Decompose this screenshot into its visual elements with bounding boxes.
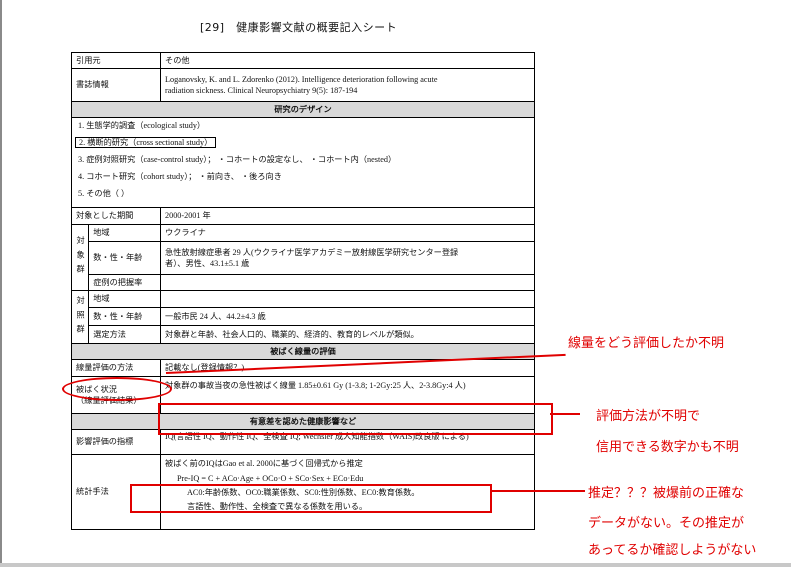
annotation-line-3 bbox=[490, 490, 585, 492]
row-control-method: 選定方法 対象群と年齢、社会人口的、職業的、経済的、教育的レベルが類似。 bbox=[72, 325, 535, 344]
biblio-line-1: Loganovsky, K. and L. Zdorenko (2012). I… bbox=[165, 74, 438, 84]
exposure-method-value: 記載なし(登録情報？) bbox=[160, 359, 535, 377]
annotation-box-exposure bbox=[158, 403, 553, 435]
control-region-value bbox=[160, 290, 535, 308]
stats-line-1: 被ばく前のIQはGao et al. 2000に基づく回帰式から推定 bbox=[165, 459, 363, 468]
subject-grasp-value bbox=[160, 274, 535, 291]
design-header: 研究のデザイン bbox=[71, 101, 535, 118]
subject-count-line-1: 急性放射線症患者 29 人(ウクライナ医学アカデミー放射線医学研究センター登録 bbox=[165, 247, 459, 257]
effect-index-label: 影響評価の指標 bbox=[71, 429, 161, 455]
subject-group-vertical: 対象群 bbox=[75, 236, 85, 279]
annotation-note-2a: 評価方法が不明で bbox=[596, 409, 701, 424]
annotation-note-1: 線量をどう評価したか不明 bbox=[568, 336, 725, 351]
row-source: 引用元 その他 bbox=[71, 52, 535, 69]
exposure-method-label: 線量評価の方法 bbox=[71, 359, 161, 377]
section-design-header: 研究のデザイン bbox=[71, 101, 535, 118]
subject-count-value: 急性放射線症患者 29 人(ウクライナ医学アカデミー放射線医学研究センター登録 … bbox=[160, 241, 535, 275]
subject-group-label: 対象群 bbox=[70, 224, 90, 291]
subject-region-label: 地域 bbox=[88, 224, 161, 242]
row-subject-grasp: 症例の把握率 bbox=[72, 274, 535, 291]
annotation-note-3c: あってるか確認しようがない bbox=[588, 543, 757, 558]
control-group-vertical: 対照群 bbox=[75, 295, 85, 339]
document-title: [29] 健康影響文献の概要記入シート bbox=[200, 21, 398, 34]
row-control-count: 数・性・年齢 一般市民 24 人、44.2±4.3 歳 bbox=[72, 307, 535, 326]
document-page: [29] 健康影響文献の概要記入シート 引用元 その他 書誌情報 Loganov… bbox=[0, 0, 791, 567]
subject-count-label: 数・性・年齢 bbox=[88, 241, 161, 275]
row-exposure-method: 線量評価の方法 記載なし(登録情報？) bbox=[71, 359, 535, 377]
subject-grasp-label: 症例の把握率 bbox=[88, 274, 161, 291]
row-subject-region: 対象群 地域 ウクライナ bbox=[70, 224, 535, 291]
control-count-label: 数・性・年齢 bbox=[88, 307, 161, 326]
annotation-line-2 bbox=[550, 413, 580, 415]
control-group-label: 対照群 bbox=[70, 290, 90, 344]
annotation-ellipse-dose-method bbox=[62, 377, 172, 401]
annotation-note-3a: 推定？？？被爆前の正確な bbox=[588, 486, 745, 501]
control-method-value: 対象群と年齢、社会人口的、職業的、経済的、教育的レベルが類似。 bbox=[160, 325, 535, 344]
period-value: 2000-2001 年 bbox=[160, 207, 535, 225]
control-count-value: 一般市民 24 人、44.2±4.3 歳 bbox=[160, 307, 535, 326]
biblio-label: 書誌情報 bbox=[71, 68, 161, 102]
exposure-header: 被ばく線量の評価 bbox=[71, 343, 535, 360]
annotation-note-3b: データがない。その推定が bbox=[588, 516, 745, 531]
source-value: その他 bbox=[160, 52, 535, 69]
row-subject-count: 数・性・年齢 急性放射線症患者 29 人(ウクライナ医学アカデミー放射線医学研究… bbox=[72, 241, 535, 275]
design-options: 1. 生態学的調査（ecological study） 2. 横断的研究（cro… bbox=[71, 117, 535, 208]
design-option-1: 1. 生態学的調査（ecological study） bbox=[78, 121, 206, 130]
annotation-note-2b: 信用できる数字かも不明 bbox=[596, 440, 739, 455]
period-label: 対象とした期間 bbox=[71, 207, 161, 225]
design-option-2-text: 2. 横断的研究（cross sectional study） bbox=[75, 137, 217, 148]
row-biblio: 書誌情報 Loganovsky, K. and L. Zdorenko (201… bbox=[71, 68, 535, 102]
design-option-4: 4. コホート研究（cohort study）； ・前向き、 ・後ろ向き bbox=[78, 172, 282, 181]
summary-sheet-table: 引用元 その他 書誌情報 Loganovsky, K. and L. Zdore… bbox=[70, 52, 535, 530]
source-label: 引用元 bbox=[71, 52, 161, 69]
page-left-border bbox=[0, 0, 2, 567]
biblio-line-2: radiation sickness. Clinical Neuropsychi… bbox=[165, 86, 358, 95]
section-exposure-header: 被ばく線量の評価 bbox=[71, 343, 535, 360]
biblio-value: Loganovsky, K. and L. Zdorenko (2012). I… bbox=[160, 68, 535, 102]
annotation-box-stats bbox=[130, 484, 492, 513]
design-option-2: 2. 横断的研究（cross sectional study） bbox=[75, 137, 528, 154]
control-region-label: 地域 bbox=[88, 290, 161, 308]
subject-region-value: ウクライナ bbox=[160, 224, 535, 242]
row-control-region: 対照群 地域 bbox=[70, 290, 535, 344]
stats-formula: Pre-IQ = C + ACo·Age + OCo·O + SCo·Sex +… bbox=[177, 474, 364, 484]
control-method-label: 選定方法 bbox=[88, 325, 161, 344]
subject-count-line-2: 者）、男性、43.1±5.1 歳 bbox=[165, 259, 250, 268]
row-design: 1. 生態学的調査（ecological study） 2. 横断的研究（cro… bbox=[71, 117, 535, 208]
design-option-5: 5. その他（ ） bbox=[78, 189, 130, 198]
design-option-3: 3. 症例対照研究（case-control study）； ・コホートの設定な… bbox=[78, 155, 397, 164]
bottom-scroll-edge bbox=[0, 563, 791, 567]
row-period: 対象とした期間 2000-2001 年 bbox=[71, 207, 535, 225]
